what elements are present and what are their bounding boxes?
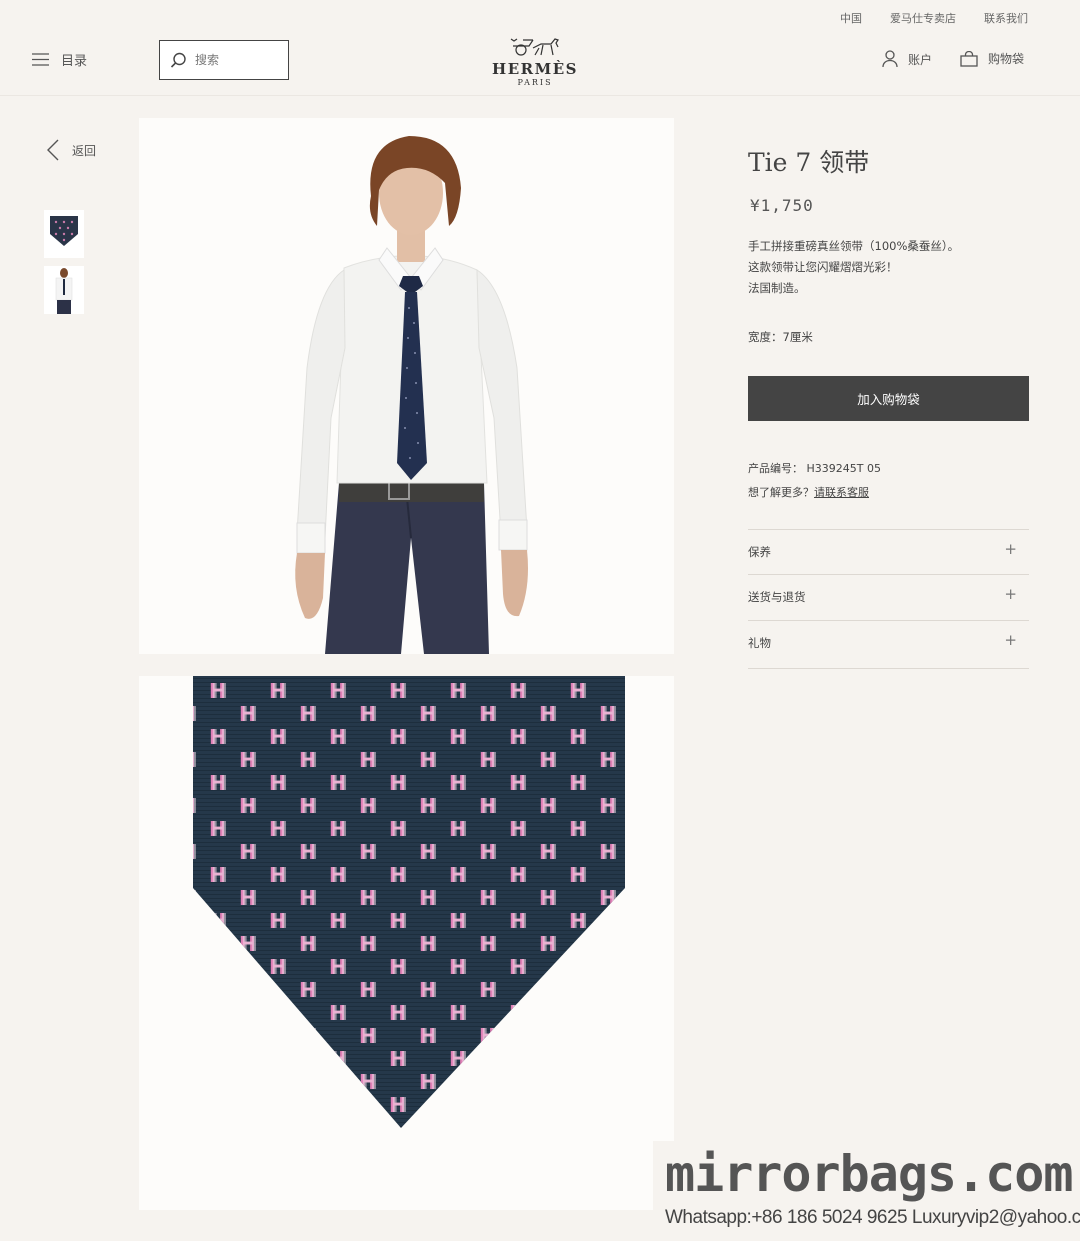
contact-service-link[interactable]: 请联系客服	[814, 486, 869, 499]
accordion-label: 保养	[748, 545, 771, 559]
description-line: 这款领带让您闪耀熠熠光彩！	[748, 260, 898, 274]
watermark: mirrorbags.com Whatsapp:+86 186 5024 962…	[653, 1141, 1080, 1241]
shopping-bag-button[interactable]: 购物袋	[960, 50, 1024, 67]
accordion-shipping-returns[interactable]: 送货与退货 +	[748, 574, 1029, 620]
product-price: ¥1,750	[750, 196, 814, 215]
search-input[interactable]	[195, 53, 285, 67]
contact-prompt-text: 想了解更多？	[748, 486, 814, 499]
shopping-bag-icon	[960, 50, 978, 67]
thumbnail-model[interactable]	[44, 266, 84, 314]
account-label: 账户	[908, 52, 933, 67]
menu-label: 目录	[61, 54, 88, 69]
accordion-label: 礼物	[748, 636, 771, 650]
contact-prompt: 想了解更多？请联系客服	[748, 484, 869, 500]
bag-label: 购物袋	[988, 52, 1025, 66]
thumbnail-tie[interactable]	[44, 210, 84, 258]
product-image-tie-detail: H H H H	[139, 676, 674, 1210]
carriage-logo-icon	[510, 38, 559, 56]
product-sku: 产品编号： H339245T 05	[748, 462, 881, 475]
product-width: 宽度：7厘米	[748, 330, 813, 344]
back-button[interactable]: 返回	[46, 138, 96, 162]
accordion-care[interactable]: 保养 +	[748, 529, 1029, 575]
hermes-logo[interactable]: HERMÈS PARIS	[492, 36, 578, 87]
account-button[interactable]: 账户	[882, 50, 932, 68]
model-photo	[295, 136, 528, 654]
product-title: Tie 7 领带	[748, 148, 870, 177]
user-icon	[882, 50, 898, 68]
watermark-contact: Whatsapp:+86 186 5024 9625 Luxuryvip2@ya…	[665, 1207, 1080, 1228]
accordion-divider	[748, 668, 1029, 669]
watermark-site: mirrorbags.com	[665, 1145, 1073, 1203]
chevron-left-icon	[47, 139, 59, 161]
logo-wordmark: HERMÈS	[492, 60, 578, 78]
search-icon	[170, 52, 186, 68]
accordion-label: 送货与退货	[748, 590, 806, 604]
region-link[interactable]: 中国	[840, 10, 862, 26]
add-to-bag-button[interactable]: 加入购物袋	[748, 376, 1029, 421]
stores-link[interactable]: 爱马仕专卖店	[890, 10, 956, 26]
plus-icon: +	[1004, 540, 1017, 558]
utility-bar: 中国 爱马仕专卖店 联系我们	[0, 0, 1080, 30]
tie-closeup-photo: H H H H	[193, 676, 625, 1128]
plus-icon: +	[1004, 585, 1017, 603]
description-line: 手工拼接重磅真丝领带（100%桑蚕丝）。	[748, 239, 960, 253]
search-box[interactable]	[159, 40, 289, 80]
contact-link[interactable]: 联系我们	[984, 10, 1028, 26]
hamburger-icon	[32, 53, 49, 66]
back-label: 返回	[72, 143, 97, 158]
menu-button[interactable]: 目录	[32, 50, 87, 69]
accordion-gift[interactable]: 礼物 +	[748, 620, 1029, 666]
site-header: 目录 HERMÈS PARIS 账户	[0, 30, 1080, 96]
product-image-model	[139, 118, 674, 654]
product-description: 手工拼接重磅真丝领带（100%桑蚕丝）。 这款领带让您闪耀熠熠光彩！ 法国制造。	[748, 236, 1028, 299]
description-line: 法国制造。	[748, 281, 806, 295]
logo-city: PARIS	[517, 78, 553, 87]
plus-icon: +	[1004, 631, 1017, 649]
